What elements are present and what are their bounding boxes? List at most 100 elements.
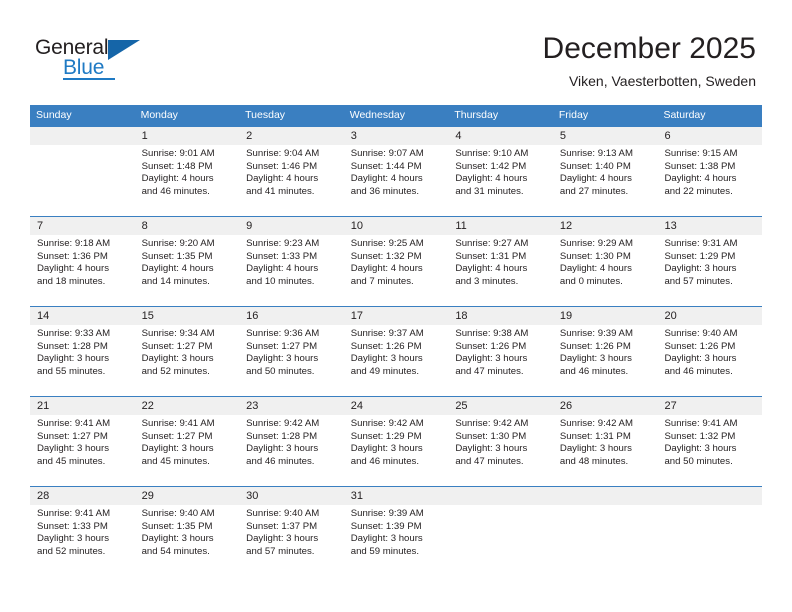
day-number[interactable] xyxy=(553,487,658,505)
day-cell[interactable]: Sunrise: 9:29 AM Sunset: 1:30 PM Dayligh… xyxy=(553,235,658,306)
day-cell[interactable]: Sunrise: 9:42 AM Sunset: 1:30 PM Dayligh… xyxy=(448,415,553,486)
day-cell[interactable]: Sunrise: 9:40 AM Sunset: 1:35 PM Dayligh… xyxy=(135,505,240,578)
day-cell[interactable]: Sunrise: 9:41 AM Sunset: 1:33 PM Dayligh… xyxy=(30,505,135,578)
day-number[interactable]: 13 xyxy=(657,217,762,235)
sunrise-line: Sunrise: 9:13 AM xyxy=(559,148,633,159)
sunrise-line: Sunrise: 9:01 AM xyxy=(141,148,215,159)
day-cell[interactable]: Sunrise: 9:38 AM Sunset: 1:26 PM Dayligh… xyxy=(448,325,553,396)
daylight-line-2: and 54 minutes. xyxy=(141,545,210,557)
day-cell[interactable]: Sunrise: 9:15 AM Sunset: 1:38 PM Dayligh… xyxy=(657,145,762,216)
sunset-line: Sunset: 1:26 PM xyxy=(350,340,422,352)
day-cell[interactable]: Sunrise: 9:37 AM Sunset: 1:26 PM Dayligh… xyxy=(344,325,449,396)
day-number[interactable]: 25 xyxy=(448,397,553,415)
day-number[interactable]: 5 xyxy=(553,127,658,145)
day-number[interactable]: 21 xyxy=(30,397,135,415)
day-number[interactable]: 8 xyxy=(135,217,240,235)
day-number[interactable]: 20 xyxy=(657,307,762,325)
daylight-line-1: Daylight: 3 hours xyxy=(664,353,737,365)
sunrise-line: Sunrise: 9:42 AM xyxy=(350,418,424,429)
sunset-line: Sunset: 1:46 PM xyxy=(246,160,318,172)
day-number[interactable] xyxy=(657,487,762,505)
day-number[interactable]: 23 xyxy=(239,397,344,415)
week-detail-row: Sunrise: 9:41 AM Sunset: 1:27 PM Dayligh… xyxy=(30,415,762,486)
day-cell[interactable]: Sunrise: 9:33 AM Sunset: 1:28 PM Dayligh… xyxy=(30,325,135,396)
day-cell[interactable]: Sunrise: 9:39 AM Sunset: 1:26 PM Dayligh… xyxy=(553,325,658,396)
daylight-line-1: Daylight: 4 hours xyxy=(350,263,423,275)
day-cell[interactable]: Sunrise: 9:25 AM Sunset: 1:32 PM Dayligh… xyxy=(344,235,449,306)
day-number[interactable]: 30 xyxy=(239,487,344,505)
day-cell[interactable]: Sunrise: 9:41 AM Sunset: 1:27 PM Dayligh… xyxy=(30,415,135,486)
day-number[interactable]: 27 xyxy=(657,397,762,415)
day-number[interactable]: 24 xyxy=(344,397,449,415)
sunset-line: Sunset: 1:29 PM xyxy=(664,250,736,262)
day-number[interactable]: 14 xyxy=(30,307,135,325)
day-number[interactable]: 2 xyxy=(239,127,344,145)
day-cell[interactable]: Sunrise: 9:42 AM Sunset: 1:29 PM Dayligh… xyxy=(344,415,449,486)
day-number[interactable]: 3 xyxy=(344,127,449,145)
calendar-page: General Blue December 2025 Viken, Vaeste… xyxy=(0,0,792,612)
day-number[interactable]: 7 xyxy=(30,217,135,235)
day-cell[interactable]: Sunrise: 9:41 AM Sunset: 1:32 PM Dayligh… xyxy=(657,415,762,486)
day-number[interactable]: 6 xyxy=(657,127,762,145)
day-number[interactable]: 18 xyxy=(448,307,553,325)
day-number[interactable] xyxy=(448,487,553,505)
day-cell[interactable]: Sunrise: 9:23 AM Sunset: 1:33 PM Dayligh… xyxy=(239,235,344,306)
day-number[interactable]: 17 xyxy=(344,307,449,325)
daylight-line-2: and 0 minutes. xyxy=(559,275,623,287)
day-number[interactable]: 28 xyxy=(30,487,135,505)
day-cell[interactable]: Sunrise: 9:40 AM Sunset: 1:26 PM Dayligh… xyxy=(657,325,762,396)
day-number[interactable]: 11 xyxy=(448,217,553,235)
sunset-line: Sunset: 1:40 PM xyxy=(559,160,631,172)
day-number[interactable]: 15 xyxy=(135,307,240,325)
day-number[interactable]: 26 xyxy=(553,397,658,415)
day-number[interactable]: 4 xyxy=(448,127,553,145)
day-number[interactable]: 12 xyxy=(553,217,658,235)
day-cell[interactable]: Sunrise: 9:10 AM Sunset: 1:42 PM Dayligh… xyxy=(448,145,553,216)
day-cell[interactable]: Sunrise: 9:07 AM Sunset: 1:44 PM Dayligh… xyxy=(344,145,449,216)
sunrise-line: Sunrise: 9:25 AM xyxy=(350,238,424,249)
calendar-week-row: 28 29 30 31 Sunrise: 9:41 AM Sunset: 1:3… xyxy=(30,486,762,578)
day-cell[interactable] xyxy=(30,145,135,216)
sunrise-line: Sunrise: 9:23 AM xyxy=(246,238,320,249)
daylight-line-2: and 57 minutes. xyxy=(664,275,733,287)
day-number[interactable]: 31 xyxy=(344,487,449,505)
sunset-line: Sunset: 1:33 PM xyxy=(37,520,108,532)
day-cell[interactable]: Sunrise: 9:18 AM Sunset: 1:36 PM Dayligh… xyxy=(30,235,135,306)
sunrise-line: Sunrise: 9:07 AM xyxy=(350,148,424,159)
daylight-line-1: Daylight: 4 hours xyxy=(455,263,528,275)
general-blue-logo[interactable]: General Blue xyxy=(35,36,165,82)
day-cell[interactable]: Sunrise: 9:36 AM Sunset: 1:27 PM Dayligh… xyxy=(239,325,344,396)
day-cell[interactable] xyxy=(553,505,658,578)
day-cell[interactable]: Sunrise: 9:01 AM Sunset: 1:48 PM Dayligh… xyxy=(135,145,240,216)
sunset-line: Sunset: 1:38 PM xyxy=(664,160,736,172)
daylight-line-2: and 7 minutes. xyxy=(350,275,414,287)
day-cell[interactable] xyxy=(448,505,553,578)
sunset-line: Sunset: 1:27 PM xyxy=(141,340,213,352)
day-cell[interactable]: Sunrise: 9:13 AM Sunset: 1:40 PM Dayligh… xyxy=(553,145,658,216)
day-cell[interactable]: Sunrise: 9:39 AM Sunset: 1:39 PM Dayligh… xyxy=(344,505,449,578)
day-cell[interactable]: Sunrise: 9:40 AM Sunset: 1:37 PM Dayligh… xyxy=(239,505,344,578)
day-cell[interactable]: Sunrise: 9:41 AM Sunset: 1:27 PM Dayligh… xyxy=(135,415,240,486)
sunrise-line: Sunrise: 9:36 AM xyxy=(246,328,320,339)
day-number[interactable]: 1 xyxy=(135,127,240,145)
day-number[interactable]: 9 xyxy=(239,217,344,235)
day-number[interactable]: 16 xyxy=(239,307,344,325)
day-cell[interactable]: Sunrise: 9:31 AM Sunset: 1:29 PM Dayligh… xyxy=(657,235,762,306)
day-cell[interactable] xyxy=(657,505,762,578)
day-number[interactable] xyxy=(30,127,135,145)
weekday-header-monday: Monday xyxy=(140,109,178,121)
day-cell[interactable]: Sunrise: 9:04 AM Sunset: 1:46 PM Dayligh… xyxy=(239,145,344,216)
daylight-line-2: and 18 minutes. xyxy=(37,275,106,287)
day-cell[interactable]: Sunrise: 9:34 AM Sunset: 1:27 PM Dayligh… xyxy=(135,325,240,396)
day-number[interactable]: 19 xyxy=(553,307,658,325)
day-number[interactable]: 29 xyxy=(135,487,240,505)
day-cell[interactable]: Sunrise: 9:27 AM Sunset: 1:31 PM Dayligh… xyxy=(448,235,553,306)
daylight-line-2: and 36 minutes. xyxy=(350,185,420,197)
day-number[interactable]: 22 xyxy=(135,397,240,415)
day-cell[interactable]: Sunrise: 9:20 AM Sunset: 1:35 PM Dayligh… xyxy=(135,235,240,306)
day-cell[interactable]: Sunrise: 9:42 AM Sunset: 1:28 PM Dayligh… xyxy=(239,415,344,486)
daylight-line-1: Daylight: 3 hours xyxy=(37,443,109,455)
week-detail-row: Sunrise: 9:01 AM Sunset: 1:48 PM Dayligh… xyxy=(30,145,762,216)
day-cell[interactable]: Sunrise: 9:42 AM Sunset: 1:31 PM Dayligh… xyxy=(553,415,658,486)
day-number[interactable]: 10 xyxy=(344,217,449,235)
